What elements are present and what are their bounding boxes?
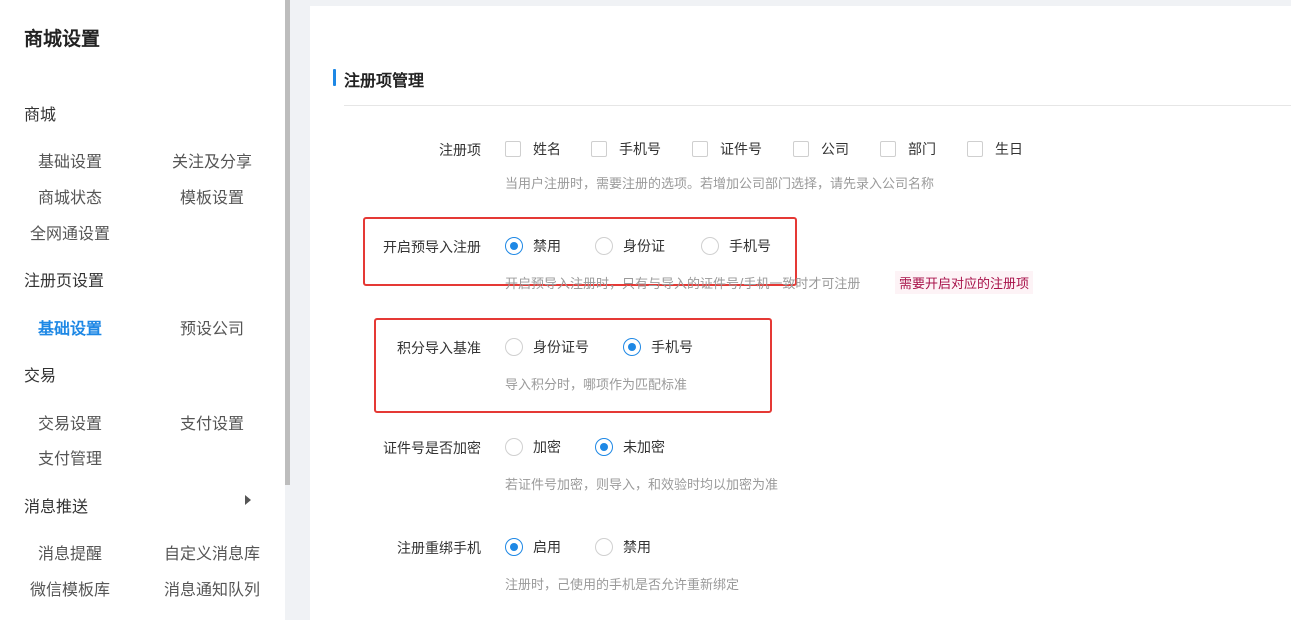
option-label: 部门 — [908, 142, 936, 158]
chevron-right-icon[interactable] — [245, 495, 251, 505]
option-label: 公司 — [821, 142, 849, 158]
app-page: 商城设置 商城 基础设置 关注及分享 商城状态 模板设置 全网通设置 注册页设置… — [0, 0, 1291, 620]
main-panel: 注册项管理 注册项 姓名 手机号 证件号 公司 部门 生日 当用户注册时，需要注… — [310, 6, 1291, 620]
register-items-label: 注册项 — [439, 143, 481, 159]
section-title: 注册项管理 — [344, 71, 425, 90]
option-label: 禁用 — [623, 540, 651, 556]
preimport-option-disabled[interactable]: 禁用 — [505, 236, 561, 256]
radio-selected[interactable] — [595, 438, 613, 456]
rebind-phone-hint: 注册时，己使用的手机是否允许重新绑定 — [505, 578, 740, 593]
sidebar-item-message-queue[interactable]: 消息通知队列 — [164, 576, 260, 600]
sidebar-item-register-basic-settings[interactable]: 基础设置 — [38, 315, 102, 339]
section-divider — [344, 105, 1291, 106]
sidebar-title: 商城设置 — [24, 28, 101, 50]
register-item-department[interactable]: 部门 — [880, 139, 936, 159]
sidebar-item-payment-management[interactable]: 支付管理 — [38, 445, 102, 469]
sidebar-group-register-page[interactable]: 注册页设置 — [24, 267, 104, 291]
radio-selected[interactable] — [623, 338, 641, 356]
checkbox[interactable] — [591, 141, 607, 157]
radio-selected[interactable] — [505, 237, 523, 255]
option-label: 身份证号 — [533, 340, 589, 356]
points-option-phone[interactable]: 手机号 — [623, 337, 693, 357]
id-encryption-hint: 若证件号加密，则导入，和效验时均以加密为准 — [505, 478, 779, 493]
sidebar: 商城设置 商城 基础设置 关注及分享 商城状态 模板设置 全网通设置 注册页设置… — [0, 0, 285, 620]
radio[interactable] — [701, 237, 719, 255]
sidebar-group-message-push[interactable]: 消息推送 — [24, 493, 88, 517]
radio[interactable] — [595, 538, 613, 556]
preimport-hint-tag: 需要开启对应的注册项 — [895, 271, 1034, 294]
rebind-option-disabled[interactable]: 禁用 — [595, 537, 651, 557]
sidebar-group-trade[interactable]: 交易 — [24, 362, 56, 386]
points-import-label: 积分导入基准 — [397, 341, 481, 357]
sidebar-item-trade-settings[interactable]: 交易设置 — [38, 410, 102, 434]
checkbox[interactable] — [505, 141, 521, 157]
radio[interactable] — [505, 338, 523, 356]
preimport-hint: 开启预导入注册时，只有与导入的证件号/手机一致时才可注册 — [505, 277, 861, 292]
sidebar-item-omni-channel[interactable]: 全网通设置 — [30, 220, 110, 244]
checkbox[interactable] — [967, 141, 983, 157]
register-item-id-number[interactable]: 证件号 — [692, 139, 762, 159]
points-option-id-number[interactable]: 身份证号 — [505, 337, 589, 357]
id-encryption-label: 证件号是否加密 — [383, 441, 481, 457]
sidebar-item-message-reminder[interactable]: 消息提醒 — [38, 540, 102, 564]
radio[interactable] — [505, 438, 523, 456]
option-label: 姓名 — [533, 142, 561, 158]
sidebar-group-mall[interactable]: 商城 — [24, 101, 56, 125]
sidebar-item-mall-status[interactable]: 商城状态 — [38, 184, 102, 208]
option-label: 加密 — [533, 440, 561, 456]
sidebar-item-basic-settings[interactable]: 基础设置 — [38, 148, 102, 172]
sidebar-item-preset-company[interactable]: 预设公司 — [180, 315, 244, 339]
option-label: 身份证 — [623, 239, 665, 255]
register-item-name[interactable]: 姓名 — [505, 139, 561, 159]
encryption-option-encrypted[interactable]: 加密 — [505, 437, 561, 457]
checkbox[interactable] — [793, 141, 809, 157]
radio-selected[interactable] — [505, 538, 523, 556]
register-item-birthday[interactable]: 生日 — [967, 139, 1023, 159]
highlight-box-points-import — [374, 318, 772, 413]
option-label: 启用 — [533, 540, 561, 556]
sidebar-item-wechat-template-library[interactable]: 微信模板库 — [30, 576, 110, 600]
option-label: 未加密 — [623, 440, 665, 456]
sidebar-item-follow-share[interactable]: 关注及分享 — [172, 148, 252, 172]
register-item-company[interactable]: 公司 — [793, 139, 849, 159]
option-label: 手机号 — [729, 239, 771, 255]
checkbox[interactable] — [880, 141, 896, 157]
register-item-phone[interactable]: 手机号 — [591, 139, 661, 159]
points-import-hint: 导入积分时，哪项作为匹配标准 — [505, 378, 688, 393]
option-label: 手机号 — [619, 142, 661, 158]
rebind-phone-label: 注册重绑手机 — [397, 541, 481, 557]
sidebar-item-template-settings[interactable]: 模板设置 — [180, 184, 244, 208]
option-label: 禁用 — [533, 239, 561, 255]
radio[interactable] — [595, 237, 613, 255]
option-label: 手机号 — [651, 340, 693, 356]
checkbox[interactable] — [692, 141, 708, 157]
gutter — [290, 0, 310, 620]
sidebar-item-custom-message-library[interactable]: 自定义消息库 — [164, 540, 260, 564]
encryption-option-unencrypted[interactable]: 未加密 — [595, 437, 665, 457]
preimport-option-id-card[interactable]: 身份证 — [595, 236, 665, 256]
option-label: 证件号 — [720, 142, 762, 158]
preimport-option-phone[interactable]: 手机号 — [701, 236, 771, 256]
preimport-register-label: 开启预导入注册 — [383, 240, 481, 256]
option-label: 生日 — [995, 142, 1023, 158]
register-items-hint: 当用户注册时，需要注册的选项。若增加公司部门选择，请先录入公司名称 — [505, 177, 935, 192]
section-accent-bar — [333, 69, 336, 86]
rebind-option-enabled[interactable]: 启用 — [505, 537, 561, 557]
sidebar-item-payment-settings[interactable]: 支付设置 — [180, 410, 244, 434]
